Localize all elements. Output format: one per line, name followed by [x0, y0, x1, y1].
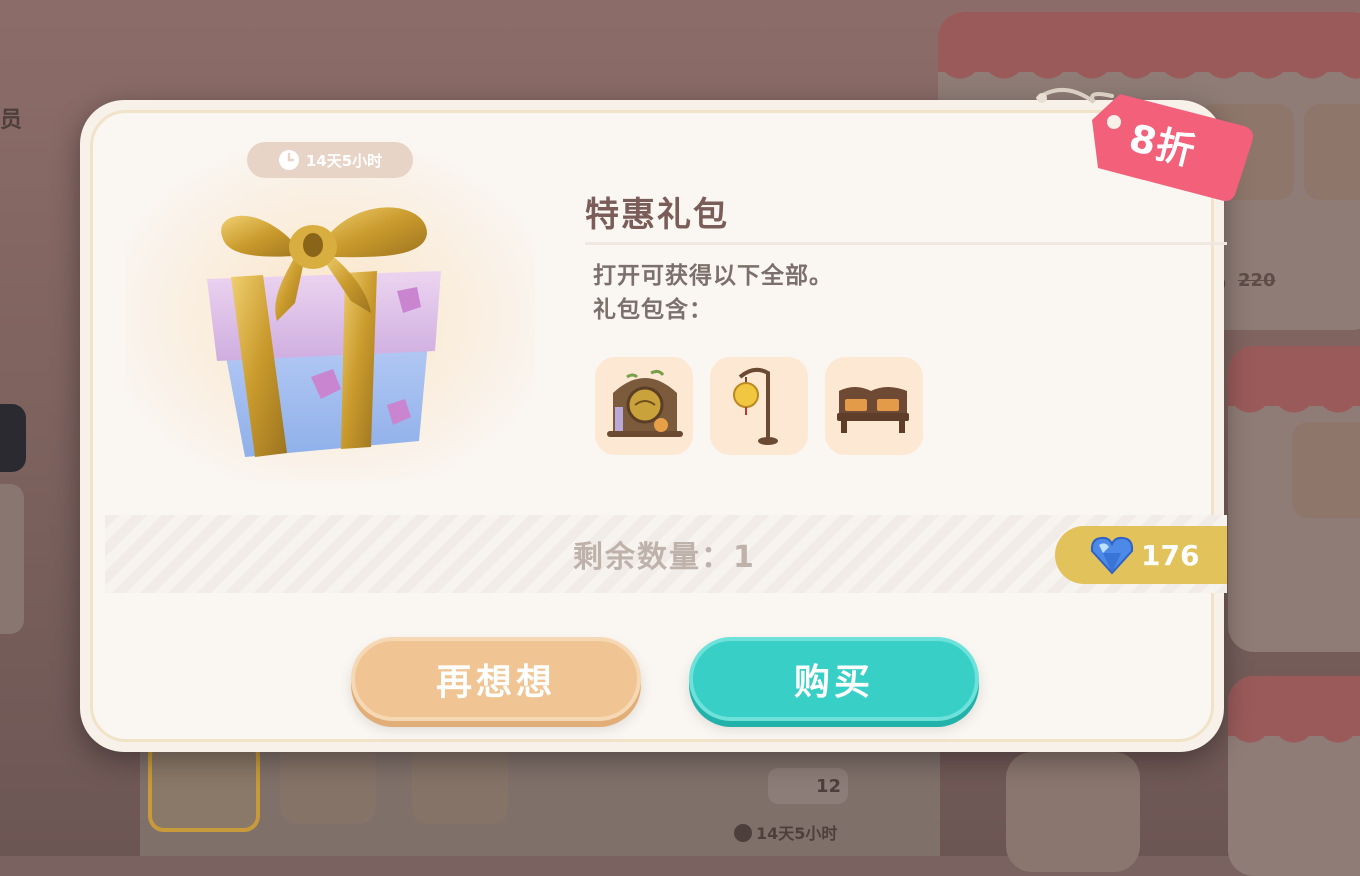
lantern-icon — [733, 367, 778, 445]
gift-item-bench[interactable] — [825, 357, 923, 455]
price-value: 176 — [1141, 538, 1200, 572]
bg-shop-card-3[interactable] — [1228, 676, 1360, 876]
buy-button[interactable]: 购买 — [689, 637, 979, 721]
bench-icon — [837, 387, 909, 433]
description-line-2: 礼包包含： — [593, 297, 713, 323]
gift-item-screen[interactable] — [595, 357, 693, 455]
bg-side-tab[interactable] — [0, 404, 26, 472]
dialog-description: 打开可获得以下全部。 礼包包含： — [593, 259, 833, 327]
think-again-button[interactable]: 再想想 — [351, 637, 641, 721]
price-pill: 176 — [1055, 526, 1227, 584]
dialog-title: 特惠礼包 — [585, 195, 729, 235]
bg-side-tab-secondary[interactable] — [0, 484, 24, 634]
bg-original-price: 220 — [1238, 270, 1276, 291]
description-line-1: 打开可获得以下全部。 — [593, 263, 833, 289]
gift-box-icon — [207, 207, 441, 457]
bg-shop-card-2[interactable] — [1228, 346, 1360, 652]
bg-bottom-panel: 12 14天5小时 — [140, 740, 940, 856]
clock-icon — [278, 150, 299, 170]
gift-item-lantern[interactable] — [710, 357, 808, 455]
bg-item-tile[interactable] — [1006, 752, 1140, 872]
bg-timer: 14天5小时 — [734, 820, 837, 844]
remaining-quantity: 剩余数量：1 — [573, 540, 756, 575]
timer-text: 14天5小时 — [305, 151, 383, 170]
timer-badge: 14天5小时 — [247, 142, 413, 178]
title-divider — [585, 242, 1227, 245]
diamond-icon — [1090, 536, 1134, 575]
screen-icon — [607, 369, 683, 437]
bg-side-label: 员 — [0, 108, 23, 133]
bg-shard-count: 12 — [816, 776, 842, 797]
